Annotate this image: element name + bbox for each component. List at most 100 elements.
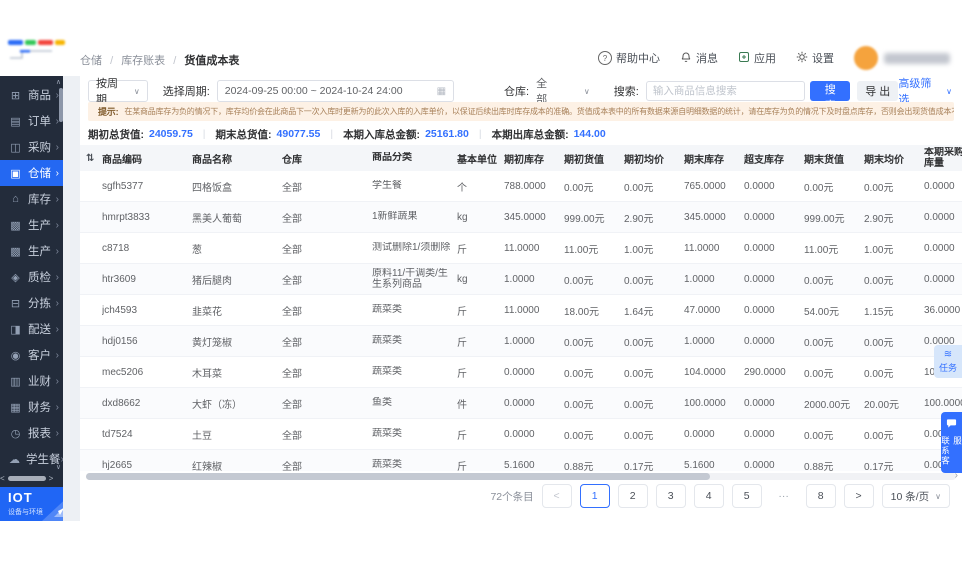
sidebar-item-qc[interactable]: ◈ 质检 ›: [0, 264, 63, 290]
summary-separator: |: [202, 128, 206, 140]
sidebar-item-orders[interactable]: ▤ 订单 ›: [0, 108, 63, 134]
sidebar-item-delivery[interactable]: ◨ 配送 ›: [0, 316, 63, 342]
page-button-3[interactable]: 3: [655, 484, 686, 508]
page-prev-button[interactable]: <: [541, 484, 572, 508]
apps-link[interactable]: 应用: [738, 50, 776, 66]
date-range-input[interactable]: 2024-09-25 00:00 ~ 2024-10-24 24:00 ▦: [216, 80, 455, 102]
collapse-arrow-icon[interactable]: ›: [955, 470, 958, 481]
main-content: 按周期 ∨ 选择周期: 2024-09-25 00:00 ~ 2024-10-2…: [80, 76, 962, 521]
pagination: 72个条目 <1 2 3 4 5 ··· 8 >10 条/页 ∨: [490, 484, 950, 508]
table-horizontal-scrollbar[interactable]: [86, 473, 956, 480]
sidebar-item-reports[interactable]: ◷ 报表 ›: [0, 420, 63, 446]
period-type-dropdown[interactable]: 按周期 ∨: [88, 78, 148, 106]
sidebar-item-label: 客户: [28, 350, 51, 362]
help-center-label: 帮助中心: [616, 53, 660, 65]
page-button-8[interactable]: 8: [805, 484, 836, 508]
export-button[interactable]: 导 出: [857, 81, 899, 101]
page-button-5[interactable]: 5: [731, 484, 762, 508]
truck-icon: ◨: [10, 323, 21, 336]
table-cell: c8718: [102, 242, 130, 254]
tasks-label: 任务: [938, 362, 957, 373]
clock-icon: ◷: [10, 427, 21, 440]
page-button-2[interactable]: 2: [617, 484, 648, 508]
table-cell: 0.00元: [564, 337, 594, 349]
tasks-float-tab[interactable]: ≋ 任务: [934, 345, 962, 378]
table-cell: 0.0000: [744, 397, 775, 409]
breadcrumb-item-warehouse[interactable]: 仓储: [80, 55, 102, 67]
sidebar-scroll-down-icon[interactable]: ∨: [56, 463, 61, 471]
search-input[interactable]: [645, 81, 806, 101]
page-size-select[interactable]: 10 条/页 ∨: [881, 484, 950, 508]
sidebar-item-warehouse[interactable]: ▣ 仓储 ›: [0, 160, 63, 186]
column-header: 商品编码: [102, 154, 142, 166]
clipboard-icon: ▤: [10, 115, 21, 128]
summary-label: 期末总货值:: [215, 128, 272, 141]
table-cell: 全部: [282, 430, 302, 442]
sidebar-item-inventory[interactable]: ⌂ 库存 ›: [0, 186, 63, 212]
breadcrumb-item-inventory-report[interactable]: 库存账表: [121, 55, 165, 67]
table-cell: 蔬菜类: [372, 304, 402, 316]
table-cell: 斤: [457, 306, 467, 318]
sort-icon: ⊟: [10, 297, 21, 310]
sidebar-item-customers[interactable]: ◉ 客户 ›: [0, 342, 63, 368]
sidebar: ∧ ⊞ 商品 › ▤ 订单 › ◫ 采购 › ▣ 仓储 › ⌂ 库存 › ▩ 生产 › ▩ 生产 › ◈ 质检 › ⊟ 分拣 › ◨ 配…: [0, 76, 63, 487]
date-range-value: 2024-09-25 00:00 ~ 2024-10-24 24:00: [224, 85, 403, 97]
table-cell: 全部: [282, 182, 302, 194]
table-cell: 0.0000: [744, 180, 775, 192]
table-cell: 788.0000: [504, 180, 546, 192]
page-button-1[interactable]: 1: [579, 484, 610, 508]
table-cell: 0.0000: [924, 242, 955, 254]
sidebar-item-sorting[interactable]: ⊟ 分拣 ›: [0, 290, 63, 316]
chevron-down-icon: ∨: [583, 86, 590, 96]
column-header: 超支库存: [744, 154, 784, 166]
page-button-4[interactable]: 4: [693, 484, 724, 508]
sidebar-item-production-2[interactable]: ▩ 生产 ›: [0, 238, 63, 264]
sidebar-hscroll-thumb[interactable]: [7, 476, 46, 481]
messages-link[interactable]: 消息: [680, 50, 718, 66]
iot-subtitle: 设备与环境: [8, 509, 43, 516]
sidebar-item-production-1[interactable]: ▩ 生产 ›: [0, 212, 63, 238]
table-cell: 100.0000: [684, 397, 726, 409]
help-center-link[interactable]: ? 帮助中心: [598, 50, 660, 66]
table-cell: 18.00元: [564, 306, 600, 318]
sidebar-item-goods[interactable]: ⊞ 商品 ›: [0, 82, 63, 108]
chevron-right-icon: ›: [55, 89, 59, 101]
sidebar-item-label: 生产: [28, 246, 51, 258]
table-cell: 0.00元: [804, 337, 834, 349]
search-button[interactable]: 搜索: [810, 81, 851, 112]
page-next-button[interactable]: >: [843, 484, 874, 508]
sidebar-item-label: 财务: [28, 402, 51, 414]
table-hscroll-thumb[interactable]: [86, 473, 710, 480]
column-header: 期末货值: [804, 154, 844, 166]
sidebar-item-finance[interactable]: ▦ 财务 ›: [0, 394, 63, 420]
sidebar-horizontal-scrollbar[interactable]: < >: [0, 474, 63, 483]
table-cell: 11.00元: [804, 244, 839, 256]
scroll-left-icon[interactable]: <: [0, 474, 5, 483]
notice-label: 提示:: [98, 107, 119, 117]
sidebar-item-student-meal[interactable]: ☁学生餐›: [0, 446, 63, 472]
app-window: 仓储 / 库存账表 / 货值成本表 ? 帮助中心 消息 应用 设置 ∧ ⊞ 商品…: [0, 0, 962, 562]
summary-value: 49077.55: [276, 128, 321, 140]
sidebar-item-biz-finance[interactable]: ▥ 业财 ›: [0, 368, 63, 394]
table-cell: 0.00元: [804, 368, 834, 380]
sidebar-item-purchase[interactable]: ◫ 采购 ›: [0, 134, 63, 160]
customer-service-button[interactable]: 联系客服: [941, 412, 962, 473]
filter-bar: 按周期 ∨ 选择周期: 2024-09-25 00:00 ~ 2024-10-2…: [88, 78, 952, 112]
chevron-right-icon: ›: [55, 375, 59, 387]
column-settings-icon[interactable]: ⇅: [80, 153, 102, 164]
table-row: dxd8662 大虾（冻） 全部 鱼类 件 0.0000 0.00元 0.00元 100.000…: [80, 388, 962, 419]
table-cell: 36.0000: [924, 304, 961, 316]
chevron-right-icon: ›: [55, 115, 59, 127]
scroll-right-icon[interactable]: >: [49, 474, 54, 483]
chevron-down-icon: ∨: [133, 86, 140, 96]
customer-service-label: 联系客服: [940, 436, 962, 466]
user-menu[interactable]: [854, 46, 950, 70]
table-cell: 0.0000: [744, 428, 775, 440]
page-ellipsis[interactable]: ···: [770, 485, 798, 507]
sidebar-menu: ⊞ 商品 › ▤ 订单 › ◫ 采购 › ▣ 仓储 › ⌂ 库存 › ▩ 生产 › ▩ 生产 › ◈ 质检 › ⊟ 分拣 › ◨ 配送 ›…: [0, 82, 63, 472]
period-label: 选择周期:: [162, 86, 210, 98]
table-cell: 100.0000: [924, 397, 962, 409]
cart-icon: ◫: [10, 141, 21, 154]
table-cell: 0.0000: [924, 273, 955, 285]
settings-link[interactable]: 设置: [796, 50, 834, 66]
